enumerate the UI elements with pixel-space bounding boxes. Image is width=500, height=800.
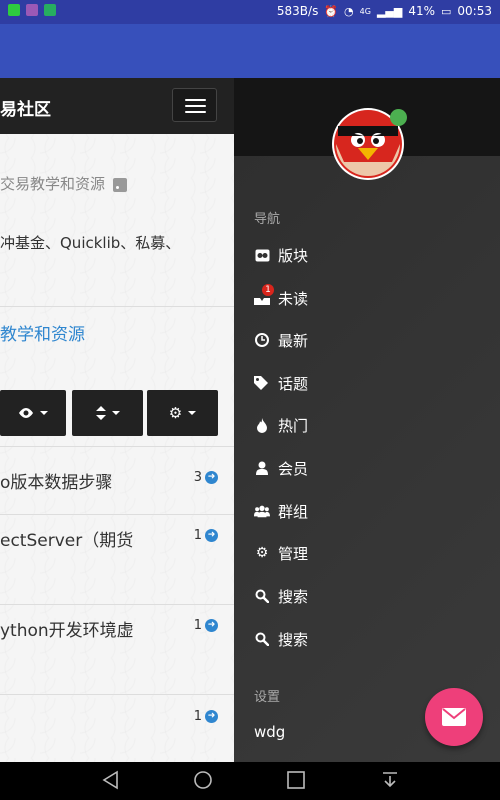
nav-item-label: 最新	[278, 331, 309, 350]
breadcrumb-current: 交易教学和资源	[0, 175, 106, 193]
cogs-icon: ⚙	[255, 545, 269, 561]
topic-post-count: 1 ➜	[194, 528, 218, 543]
topic-toolbar: ⚙	[0, 390, 234, 436]
nav-item-label: 话题	[278, 374, 309, 393]
forum-content: 易社区 交易教学和资源 冲基金、Quicklib、私募、 教学和资源 ⚙ o版本…	[0, 78, 234, 762]
group-icon	[254, 503, 270, 519]
battery-icon: ▭	[441, 4, 452, 18]
nav-item-label: 热门	[278, 416, 309, 435]
rss-icon[interactable]	[113, 177, 128, 192]
search-icon	[254, 631, 270, 647]
wechat-icon	[8, 4, 20, 16]
back-icon[interactable]	[101, 770, 121, 790]
topic-title[interactable]: ectServer（期货	[0, 526, 133, 551]
clock-time: 00:53	[457, 4, 492, 18]
watch-dropdown-button[interactable]	[0, 390, 66, 436]
topic-post-count: 1 ➜	[194, 709, 218, 724]
site-title[interactable]: 易社区	[0, 95, 51, 120]
nav-item-search[interactable]: 搜索	[254, 581, 308, 611]
recents-icon[interactable]	[286, 770, 306, 790]
nav-item-search[interactable]: 搜索	[254, 624, 308, 654]
online-status-indicator	[390, 109, 407, 126]
nav-item-groups[interactable]: 群组	[254, 496, 308, 526]
chat-fab-button[interactable]	[425, 688, 483, 746]
nav-item-label: 搜索	[278, 587, 309, 606]
caret-icon	[188, 411, 197, 415]
nav-item-admin[interactable]: ⚙ 管理	[254, 538, 308, 568]
nav-item-label: 搜索	[278, 630, 309, 649]
tags-icon	[254, 375, 270, 391]
hamburger-menu-button[interactable]	[172, 88, 217, 122]
unread-icon: 1	[254, 284, 274, 306]
nav-item-label: 版块	[278, 246, 309, 265]
divider	[0, 306, 234, 307]
android-nav-bar	[0, 762, 500, 800]
topic-post-count: 1 ➜	[194, 618, 218, 633]
topic-row[interactable]: 1 ➜	[0, 694, 234, 762]
nav-item-label: 未读	[278, 289, 309, 308]
topic-row[interactable]: o版本数据步骤 3 ➜	[0, 446, 234, 514]
network-type: 4G	[359, 6, 371, 16]
search-icon	[254, 588, 270, 604]
home-icon[interactable]	[193, 770, 213, 790]
categories-icon	[254, 247, 270, 263]
arrow-right-icon[interactable]: ➜	[205, 529, 218, 542]
nav-item-label: 管理	[278, 544, 309, 563]
battery-level: 41%	[408, 4, 435, 18]
notification-pull-icon[interactable]	[380, 770, 400, 790]
category-link[interactable]: 教学和资源	[0, 320, 85, 345]
eye-icon	[19, 408, 33, 418]
wifi-icon: ◔	[344, 4, 354, 18]
gear-icon: ⚙	[168, 404, 183, 422]
nav-item-categories[interactable]: 版块	[254, 240, 308, 270]
nav-item-unread[interactable]: 1 未读	[254, 283, 308, 313]
settings-section-label: 设置	[254, 690, 281, 705]
tools-dropdown-button[interactable]: ⚙	[147, 390, 218, 436]
site-header: 易社区	[0, 78, 234, 134]
sort-icon	[95, 406, 106, 420]
fire-icon	[254, 417, 270, 433]
navigation-drawer: 导航 版块 1 未读 最新 话题 热门 会员 群组 ⚙ 管理 搜索 搜索 设置 …	[234, 78, 500, 762]
unread-badge: 1	[262, 284, 274, 296]
caret-icon	[111, 411, 120, 415]
status-bar: 583B/s ⏰ ◔ 4G ▂▄▆ 41% ▭ 00:53	[0, 0, 500, 24]
arrow-right-icon[interactable]: ➜	[205, 710, 218, 723]
username[interactable]: wdg	[254, 723, 285, 741]
nav-item-popular[interactable]: 热门	[254, 410, 308, 440]
app-bar	[0, 24, 500, 78]
nav-section-label: 导航	[254, 212, 281, 227]
clock-icon	[254, 332, 270, 348]
topic-title[interactable]: o版本数据步骤	[0, 468, 112, 493]
topic-post-count: 3 ➜	[194, 470, 218, 485]
app-icon	[26, 4, 38, 16]
envelope-icon	[442, 708, 466, 726]
topic-row[interactable]: ectServer（期货 1 ➜	[0, 514, 234, 604]
alarm-icon: ⏰	[324, 4, 339, 18]
nav-item-label: 会员	[278, 459, 309, 478]
user-icon	[254, 460, 270, 476]
signal-icon: ▂▄▆	[376, 4, 403, 18]
nav-item-label: 群组	[278, 502, 309, 521]
network-speed: 583B/s	[276, 4, 319, 18]
topic-row[interactable]: ython开发环境虚 1 ➜	[0, 604, 234, 694]
arrow-right-icon[interactable]: ➜	[205, 619, 218, 632]
nav-item-recent[interactable]: 最新	[254, 325, 308, 355]
app-icon	[44, 4, 56, 16]
breadcrumb: 交易教学和资源	[0, 173, 128, 194]
category-description: 冲基金、Quicklib、私募、	[0, 234, 181, 252]
nav-item-users[interactable]: 会员	[254, 453, 308, 483]
nav-item-tags[interactable]: 话题	[254, 368, 308, 398]
caret-icon	[40, 411, 48, 415]
status-app-icons	[8, 4, 56, 16]
topic-title[interactable]: ython开发环境虚	[0, 616, 134, 641]
sort-dropdown-button[interactable]	[72, 390, 143, 436]
arrow-right-icon[interactable]: ➜	[205, 471, 218, 484]
